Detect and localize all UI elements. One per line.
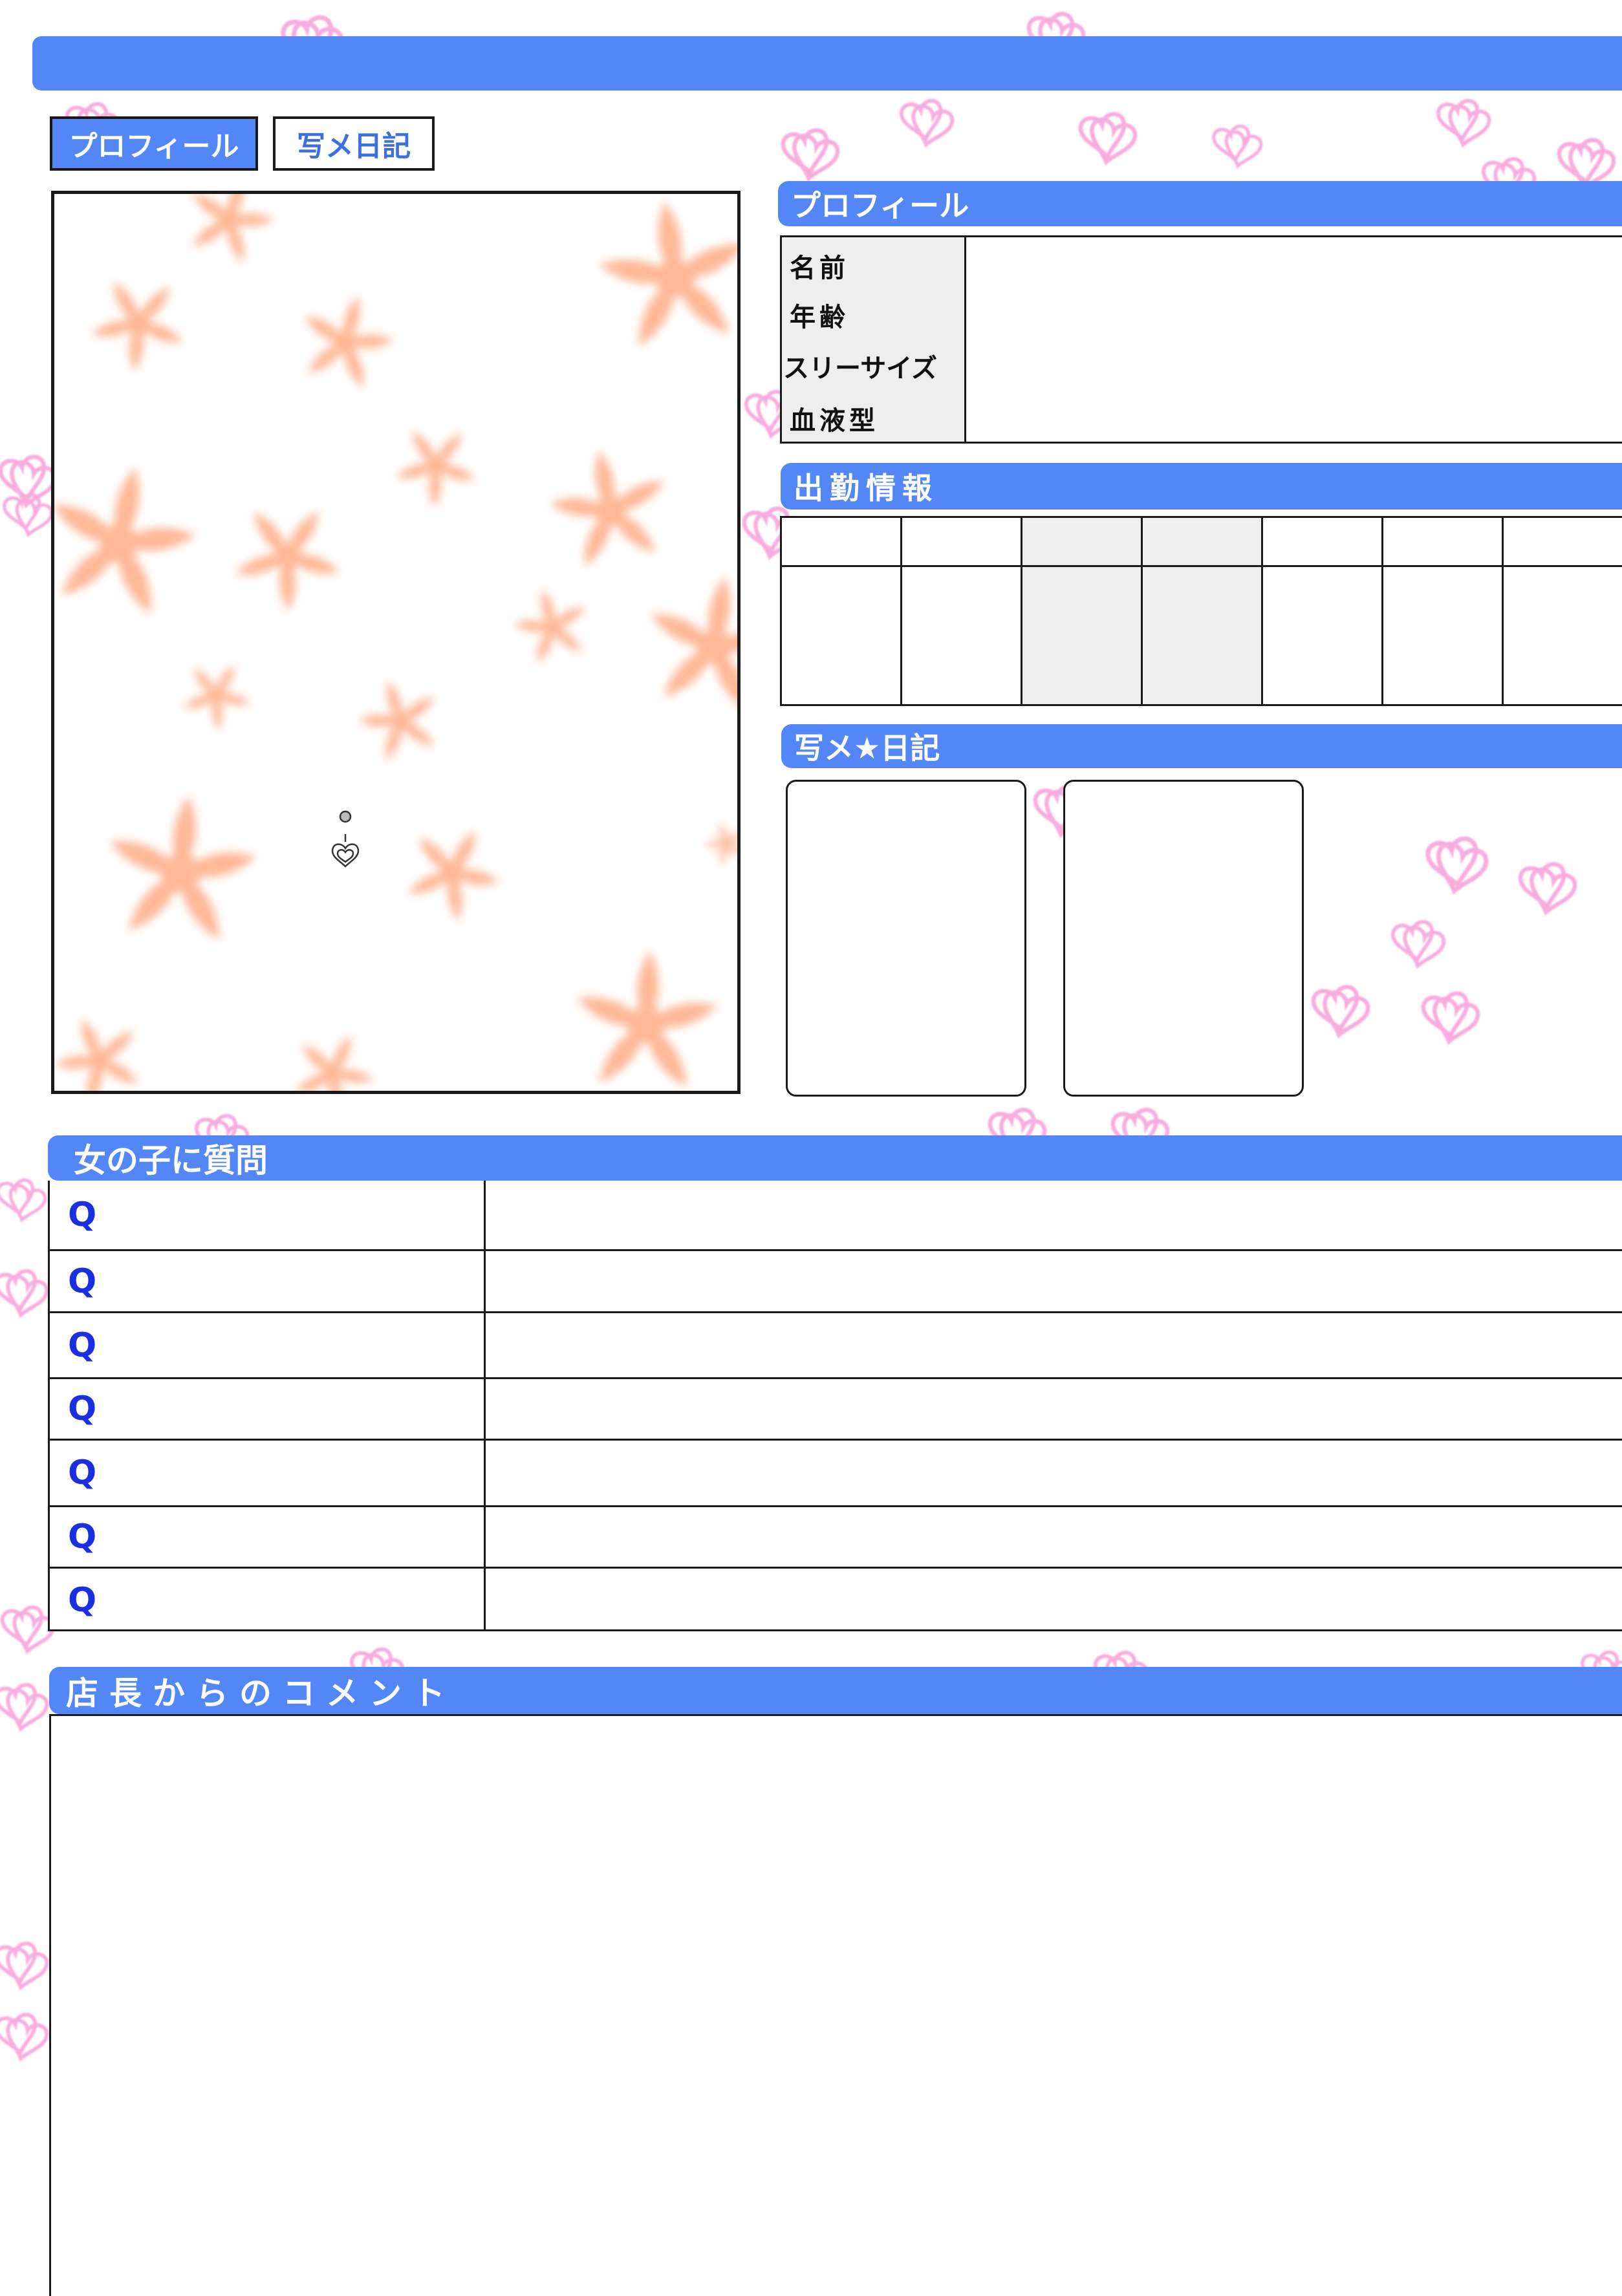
question-label: Q — [50, 1379, 486, 1439]
flower-center-icon — [126, 311, 151, 336]
flower-center-icon — [627, 1006, 665, 1044]
profile-section-title: プロフィール — [778, 181, 1622, 226]
flower-center-icon — [217, 208, 241, 231]
schedule-column — [1263, 518, 1383, 704]
flower-center-icon — [721, 838, 733, 850]
flower-center-icon — [207, 686, 225, 704]
profile-table: 名前 年齢 スリーサイズ 血液型 — [780, 235, 1622, 444]
tab-photo-diary[interactable]: 写メ日記 — [273, 116, 435, 171]
manager-comment-box — [49, 1714, 1622, 2296]
question-label: Q — [50, 1569, 486, 1631]
schedule-day-cell — [1504, 518, 1622, 567]
question-label: Q — [50, 1313, 486, 1377]
answer-cell — [486, 1569, 1622, 1631]
flower-center-icon — [696, 628, 732, 665]
question-label: Q — [50, 1251, 486, 1311]
qa-row: Q — [50, 1313, 1622, 1379]
schedule-day-cell — [1383, 518, 1502, 567]
schedule-time-cell — [1504, 567, 1622, 704]
schedule-day-cell — [1263, 518, 1381, 567]
heart-icon — [907, 104, 955, 149]
photo-diary-card[interactable] — [786, 780, 1026, 1097]
schedule-day-cell — [1143, 518, 1261, 567]
qa-row: Q — [50, 1251, 1622, 1313]
schedule-column — [1504, 518, 1622, 704]
question-label: Q — [50, 1181, 486, 1249]
flower-center-icon — [333, 330, 358, 355]
answer-cell — [486, 1507, 1622, 1567]
qa-row: Q — [50, 1441, 1622, 1507]
answer-cell — [486, 1379, 1622, 1439]
schedule-time-cell — [1022, 567, 1141, 704]
heart-icon — [1399, 925, 1446, 971]
schedule-time-cell — [1263, 567, 1381, 704]
schedule-column — [1143, 518, 1263, 704]
answer-cell — [486, 1251, 1622, 1311]
schedule-time-cell — [782, 567, 900, 704]
flower-center-icon — [273, 542, 301, 570]
qa-row: Q — [50, 1569, 1622, 1631]
flower-center-icon — [440, 861, 464, 885]
photo-diary-card[interactable] — [1063, 780, 1304, 1097]
qa-row: Q — [50, 1379, 1622, 1441]
schedule-time-cell — [1143, 567, 1261, 704]
flower-center-icon — [595, 495, 626, 526]
tab-profile[interactable]: プロフィール — [50, 116, 258, 171]
heart-charm-icon — [331, 810, 360, 868]
manager-comment-title: 店長からのコメント — [49, 1667, 1622, 1714]
schedule-day-cell — [782, 518, 900, 567]
heart-icon — [2, 1947, 49, 1992]
flower-center-icon — [543, 617, 562, 637]
profile-label-age: 年齢 — [790, 303, 849, 332]
answer-cell — [486, 1441, 1622, 1505]
schedule-table — [780, 516, 1622, 706]
answer-cell — [486, 1313, 1622, 1377]
flower-center-icon — [389, 710, 411, 732]
heart-icon — [2, 1688, 49, 1733]
qa-table: Q Q Q Q Q Q Q — [48, 1181, 1622, 1631]
profile-photo-frame[interactable] — [51, 191, 741, 1094]
profile-values — [966, 237, 1622, 442]
schedule-time-cell — [1383, 567, 1502, 704]
photo-diary-section-title: 写メ★日記 — [781, 724, 1622, 768]
schedule-column — [782, 518, 902, 704]
qa-row: Q — [50, 1507, 1622, 1569]
profile-label-measurements: スリーサイズ — [783, 354, 937, 383]
schedule-column — [902, 518, 1022, 704]
flower-center-icon — [321, 1062, 343, 1084]
heart-icon — [2, 2018, 49, 2063]
schedule-column — [1383, 518, 1504, 704]
flower-center-icon — [100, 524, 138, 563]
header-bar — [32, 36, 1622, 91]
schedule-day-cell — [1022, 518, 1141, 567]
schedule-section-title: 出勤情報 — [781, 463, 1622, 510]
flower-center-icon — [161, 853, 200, 892]
heart-icon — [1444, 104, 1491, 149]
flower-center-icon — [425, 455, 447, 477]
qa-section-title: 女の子に質問 — [48, 1135, 1622, 1181]
question-label: Q — [50, 1507, 486, 1567]
flower-center-icon — [656, 259, 695, 297]
schedule-column — [1022, 518, 1143, 704]
profile-label-name: 名前 — [790, 253, 849, 283]
schedule-time-cell — [902, 567, 1021, 704]
heart-icon — [2, 1274, 49, 1320]
flower-pattern — [54, 194, 737, 1091]
qa-row: Q — [50, 1181, 1622, 1251]
question-label: Q — [50, 1441, 486, 1505]
schedule-day-cell — [902, 518, 1021, 567]
profile-label-blood-type: 血液型 — [790, 406, 879, 436]
answer-cell — [486, 1181, 1622, 1249]
flower-center-icon — [88, 1049, 111, 1072]
